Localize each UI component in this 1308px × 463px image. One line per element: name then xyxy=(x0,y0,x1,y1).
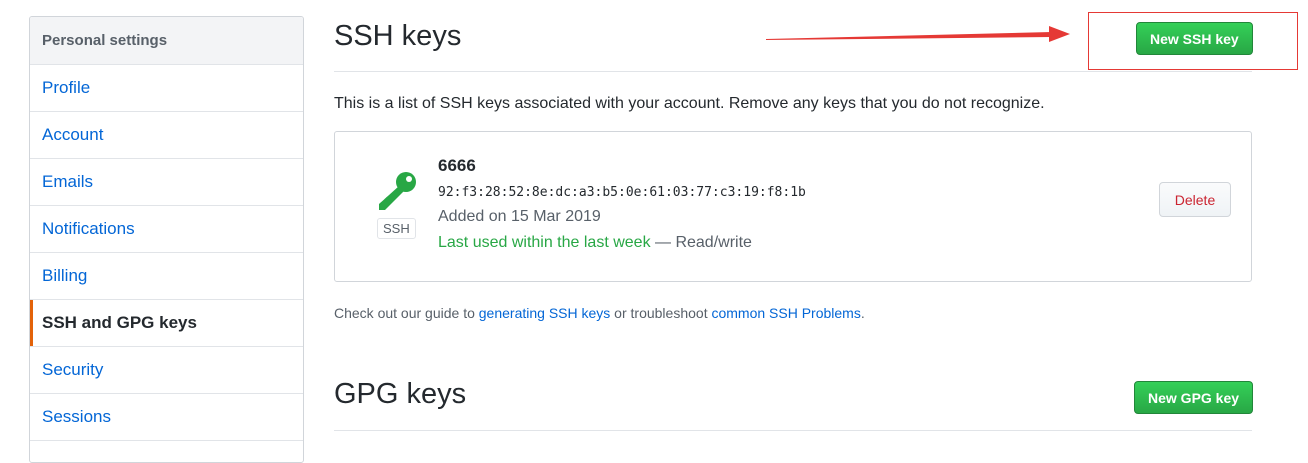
gpg-keys-title: GPG keys xyxy=(334,378,467,410)
gpg-keys-header: GPG keys xyxy=(334,378,1252,431)
sidebar-item-security[interactable]: Security xyxy=(30,347,303,394)
ssh-keys-intro: This is a list of SSH keys associated wi… xyxy=(334,95,1045,112)
sidebar-item-billing[interactable]: Billing xyxy=(30,253,303,300)
key-added-date: Added on 15 Mar 2019 xyxy=(438,208,601,225)
guide-prefix: Check out our guide to xyxy=(334,305,479,321)
key-icon xyxy=(379,172,416,210)
annotation-arrow xyxy=(766,26,1070,42)
guide-middle: or troubleshoot xyxy=(610,305,712,321)
sidebar-item-sessions[interactable]: Sessions xyxy=(30,394,303,441)
key-fingerprint: 92:f3:28:52:8e:dc:a3:b5:0e:61:03:77:c3:1… xyxy=(438,185,806,200)
sidebar-header: Personal settings xyxy=(30,17,303,65)
key-last-used: Last used within the last week xyxy=(438,234,651,251)
key-access: — Read/write xyxy=(650,234,752,251)
generating-ssh-keys-link[interactable]: generating SSH keys xyxy=(479,305,611,321)
delete-key-button[interactable]: Delete xyxy=(1159,182,1231,217)
sidebar-item-profile[interactable]: Profile xyxy=(30,65,303,112)
new-gpg-key-button[interactable]: New GPG key xyxy=(1134,381,1254,414)
sidebar-item-ssh-gpg-keys[interactable]: SSH and GPG keys xyxy=(30,300,303,347)
ssh-key-card: SSH 6666 92:f3:28:52:8e:dc:a3:b5:0e:61:0… xyxy=(334,131,1252,282)
key-usage: Last used within the last week — Read/wr… xyxy=(438,234,752,252)
settings-sidebar: Personal settings Profile Account Emails… xyxy=(29,16,304,463)
ssh-type-badge: SSH xyxy=(377,218,416,239)
sidebar-item-account[interactable]: Account xyxy=(30,112,303,159)
sidebar-item-emails[interactable]: Emails xyxy=(30,159,303,206)
guide-suffix: . xyxy=(860,305,865,321)
new-ssh-key-button[interactable]: New SSH key xyxy=(1136,22,1253,55)
key-title: 6666 xyxy=(438,156,476,175)
sidebar-item-notifications[interactable]: Notifications xyxy=(30,206,303,253)
common-ssh-problems-link[interactable]: common SSH Problems xyxy=(711,305,860,321)
ssh-guide-text: Check out our guide to generating SSH ke… xyxy=(334,305,865,321)
